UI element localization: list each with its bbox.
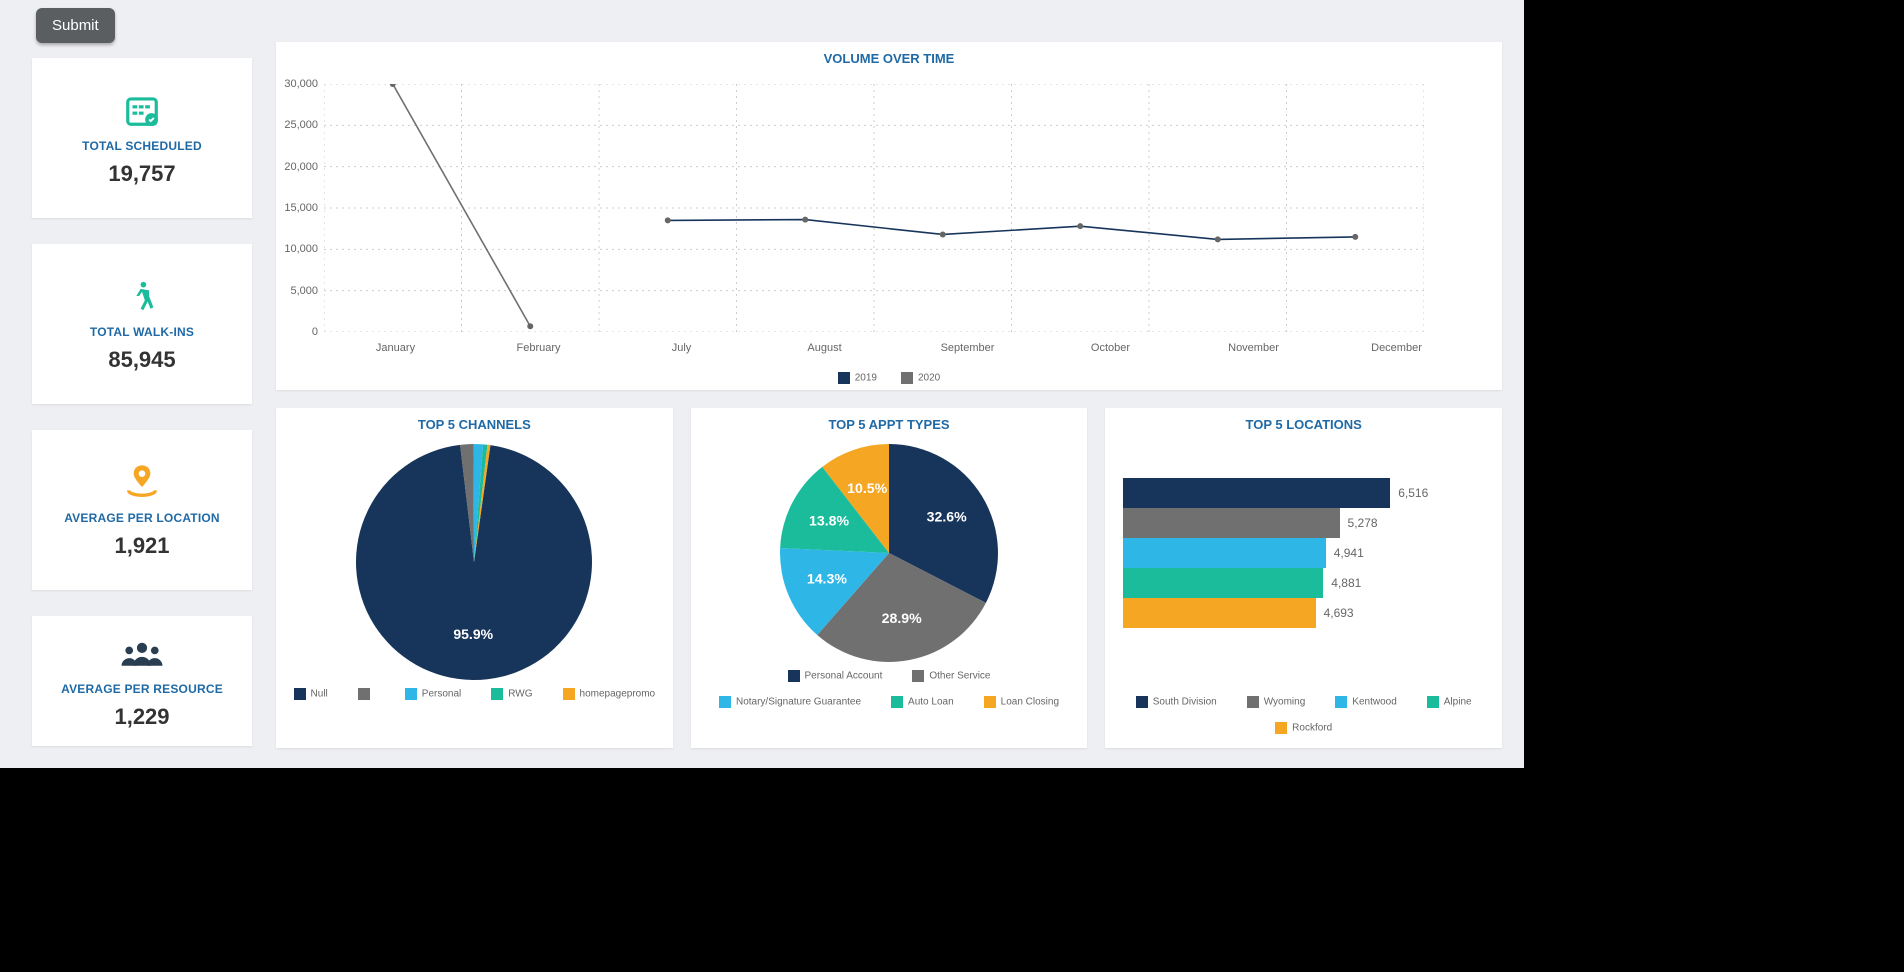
calendar-check-icon [120,89,164,131]
chart-title: TOP 5 LOCATIONS [1105,408,1502,436]
bar [1123,478,1390,508]
chart-top5-channels[interactable]: TOP 5 CHANNELS 95.9% Null Personal RWG home… [276,408,673,748]
chart-volume-over-time[interactable]: VOLUME OVER TIME 0 5,000 10,000 15,000 20,00… [276,42,1502,390]
bar-value: 4,941 [1334,546,1364,560]
bar-row: 4,693 [1123,598,1484,628]
axis-tick: 30,000 [284,78,318,90]
bar [1123,598,1315,628]
bar-value: 6,516 [1398,486,1428,500]
chart-title: TOP 5 APPT TYPES [691,408,1088,436]
metric-avg-per-resource: AVERAGE PER RESOURCE 1,229 [32,616,252,746]
axis-tick: 25,000 [284,119,318,131]
legend-item: 2019 [838,372,877,384]
axis-tick: 15,000 [284,202,318,214]
legend-item: Personal [405,688,461,700]
legend-item: Notary/Signature Guarantee [719,696,861,708]
metric-value: 19,757 [108,161,175,187]
legend-item [358,688,375,700]
chart-legend: Null Personal RWG homepagepromo [276,682,673,706]
people-group-icon [119,632,165,674]
chart-title: VOLUME OVER TIME [276,42,1502,70]
pie-slice-label: 28.9% [882,610,922,626]
metric-total-walkins: TOTAL WALK-INS 85,945 [32,244,252,404]
axis-tick: January [376,342,415,354]
axis-tick: November [1228,342,1279,354]
legend-item: Other Service [912,670,990,682]
bar-row: 5,278 [1123,508,1484,538]
legend-item: Wyoming [1247,696,1306,708]
bar-value: 4,881 [1331,576,1361,590]
walking-person-icon [125,275,159,317]
metric-value: 1,229 [114,704,169,730]
chart-legend: 2019 2020 [276,372,1502,384]
legend-item: Personal Account [788,670,883,682]
legend-item: Auto Loan [891,696,954,708]
axis-tick: October [1091,342,1130,354]
metrics-sidebar: TOTAL SCHEDULED 19,757 TOTAL WALK-INS 85… [12,42,252,752]
pie-slice-label: 14.3% [807,570,847,586]
legend-item: South Division [1136,696,1217,708]
axis-tick: July [672,342,692,354]
legend-item: Kentwood [1335,696,1396,708]
submit-button[interactable]: Submit [36,8,115,43]
axis-tick: September [941,342,995,354]
metric-label: AVERAGE PER LOCATION [64,511,220,525]
legend-item: homepagepromo [563,688,656,700]
pie-slice-label: 10.5% [847,480,887,496]
legend-item: 2020 [901,372,940,384]
metric-label: TOTAL SCHEDULED [82,139,202,153]
bar [1123,538,1325,568]
metric-value: 85,945 [108,347,175,373]
metric-avg-per-location: AVERAGE PER LOCATION 1,921 [32,430,252,590]
axis-tick: 0 [312,326,318,338]
bar-row: 6,516 [1123,478,1484,508]
pie-slice-label: 13.8% [809,513,849,529]
metric-total-scheduled: TOTAL SCHEDULED 19,757 [32,58,252,218]
bar-value: 4,693 [1324,606,1354,620]
bar-value: 5,278 [1348,516,1378,530]
pie-slice-label: 95.9% [454,626,494,642]
chart-top5-appt-types[interactable]: TOP 5 APPT TYPES 32.6% 28.9% 14.3% 13.8% 10.… [691,408,1088,748]
legend-item: Rockford [1275,722,1332,734]
pie-slice-label: 32.6% [927,509,967,525]
chart-legend: Personal Account Other Service Notary/Sign… [691,664,1088,714]
bar [1123,568,1323,598]
axis-tick: February [516,342,560,354]
bar-row: 4,881 [1123,568,1484,598]
location-pin-icon [122,461,162,503]
legend-item: Loan Closing [984,696,1059,708]
axis-tick: December [1371,342,1422,354]
axis-tick: August [807,342,841,354]
metric-label: TOTAL WALK-INS [90,325,194,339]
legend-item: RWG [491,688,532,700]
axis-tick: 5,000 [290,285,318,297]
axis-tick: 20,000 [284,161,318,173]
metric-label: AVERAGE PER RESOURCE [61,682,223,696]
axis-tick: 10,000 [284,243,318,255]
chart-title: TOP 5 CHANNELS [276,408,673,436]
chart-top5-locations[interactable]: TOP 5 LOCATIONS 6,516 5,278 4,941 4,881 4,69… [1105,408,1502,748]
bar [1123,508,1339,538]
legend-item: Alpine [1427,696,1472,708]
legend-item: Null [294,688,328,700]
bar-row: 4,941 [1123,538,1484,568]
chart-legend: South Division Wyoming Kentwood Alpine Rockf… [1105,690,1502,740]
metric-value: 1,921 [114,533,169,559]
